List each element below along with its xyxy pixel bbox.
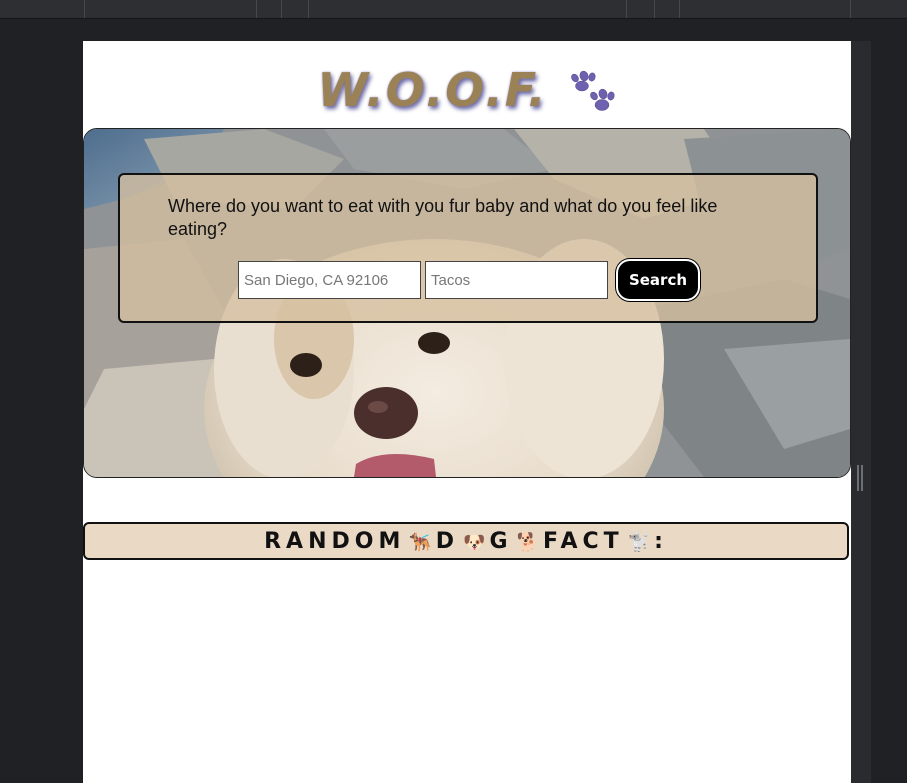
search-prompt: Where do you want to eat with you fur ba…	[168, 196, 718, 239]
toolbar-divider	[654, 0, 655, 18]
food-input[interactable]	[425, 261, 608, 299]
dog-icon: 🐕	[516, 531, 539, 553]
fact-title-word: RANDOM	[264, 528, 406, 554]
search-button[interactable]: Search	[616, 259, 700, 301]
toolbar-divider	[679, 0, 680, 18]
fact-title-letter: G	[489, 528, 513, 554]
hero-banner: Where do you want to eat with you fur ba…	[83, 128, 851, 478]
location-input[interactable]	[238, 261, 421, 299]
site-logo[interactable]: W.O.O.F.	[317, 63, 547, 117]
toolbar-divider	[281, 0, 282, 18]
paw-prints-icon	[570, 70, 615, 111]
side-panel-gutter	[851, 41, 871, 783]
poodle-icon: 🐩	[627, 531, 651, 553]
search-panel: Where do you want to eat with you fur ba…	[118, 173, 818, 323]
toolbar-divider	[256, 0, 257, 18]
random-dog-fact-title: RANDOM 🐕‍🦺 D 🐶 G 🐕 FACT 🐩:	[264, 529, 668, 554]
site-header: W.O.O.F.	[83, 63, 851, 123]
browser-toolbar	[0, 0, 907, 19]
fact-title-letter: D	[435, 528, 460, 554]
dog-face-icon: 🐶	[463, 531, 486, 553]
random-dog-fact-bar: RANDOM 🐕‍🦺 D 🐶 G 🐕 FACT 🐩:	[83, 522, 849, 560]
fact-title-word: FACT	[542, 528, 624, 554]
toolbar-divider	[626, 0, 627, 18]
toolbar-divider	[850, 0, 851, 18]
service-dog-icon: 🐕‍🦺	[409, 531, 432, 553]
toolbar-divider	[84, 0, 85, 18]
web-page: W.O.O.F. Where do you want to eat with y…	[83, 41, 851, 783]
fact-title-colon: :	[654, 528, 668, 554]
toolbar-divider	[308, 0, 309, 18]
resize-handle[interactable]	[857, 465, 863, 491]
